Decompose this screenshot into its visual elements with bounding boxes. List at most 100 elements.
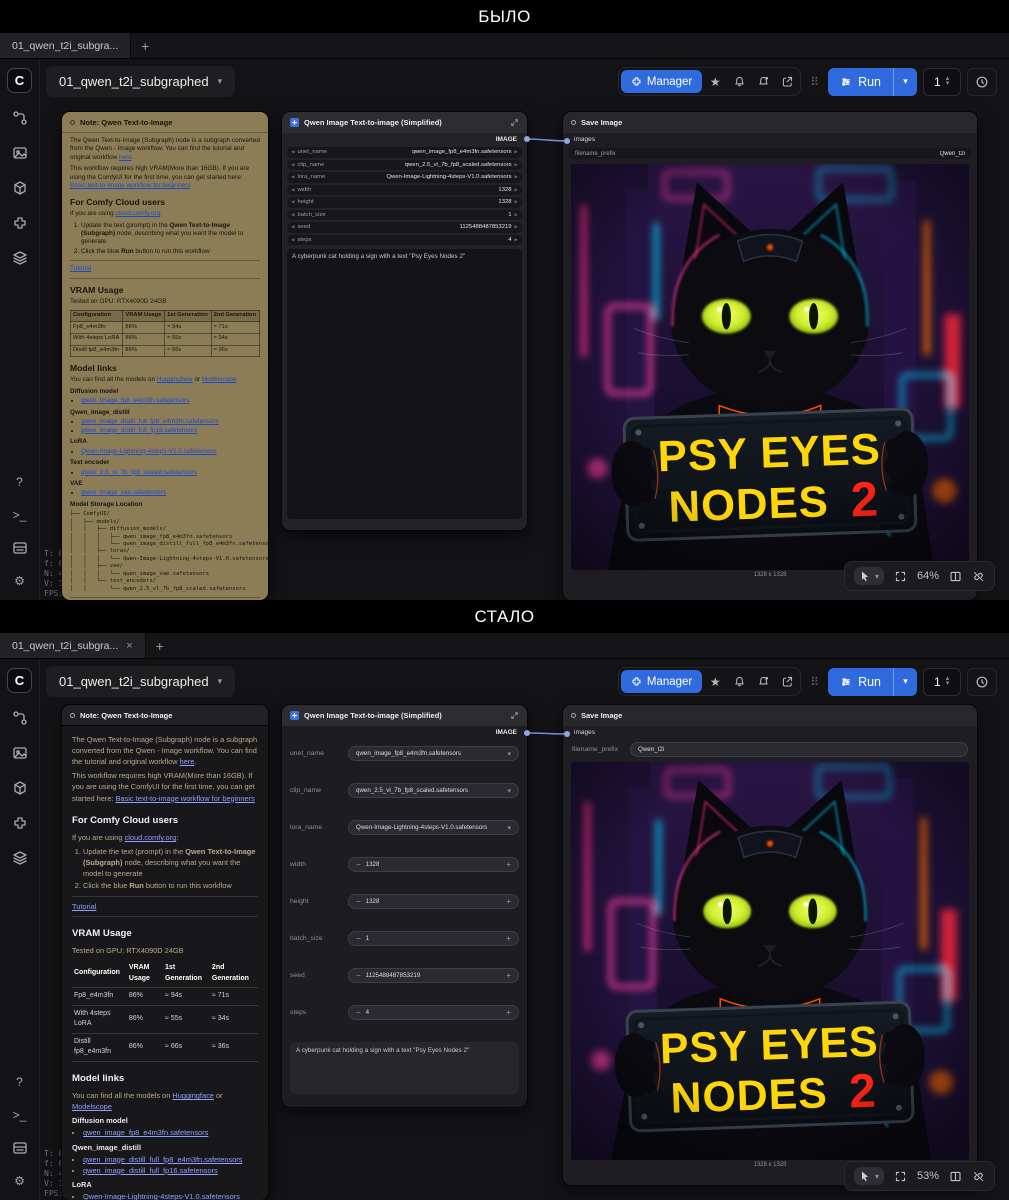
workflows-icon[interactable]: [11, 109, 29, 127]
pointer-tool[interactable]: ▾: [853, 1167, 884, 1185]
widget-seed[interactable]: ◀ seed 1125488487853219 ▶: [287, 222, 522, 233]
toggle-links-icon[interactable]: [972, 570, 985, 583]
increment-icon[interactable]: +: [506, 897, 511, 906]
height-stepper[interactable]: −1328 +: [348, 894, 519, 909]
terminal-icon[interactable]: >_: [11, 1106, 29, 1124]
collapse-dot[interactable]: [571, 120, 576, 125]
run-options-button[interactable]: ▾: [893, 667, 917, 696]
cloud-comfy-link[interactable]: cloud.comfy.org: [125, 833, 177, 842]
manager-button[interactable]: Manager: [620, 670, 703, 693]
toolbar-drag-handle[interactable]: ⠿: [810, 75, 819, 89]
model-link[interactable]: qwen_image_distill_full_fp16.safetensors: [83, 1166, 218, 1175]
save-image-node[interactable]: Save Image images filename_prefix Qwen_t…: [563, 705, 977, 1185]
note-node-header[interactable]: Note: Qwen Text-to-Image: [62, 705, 268, 726]
share-icon[interactable]: [776, 671, 798, 693]
prev-arrow-icon[interactable]: ◀: [291, 187, 294, 193]
prompt-textarea[interactable]: A cyberpunk cat holding a sign with a te…: [287, 249, 522, 519]
batch-size-stepper[interactable]: −1 +: [348, 931, 519, 946]
filename-prefix-widget[interactable]: filename_prefix Qwen_t2i: [569, 148, 971, 159]
modelscope-link[interactable]: Modelscope: [202, 376, 236, 383]
batch-count-input[interactable]: 1 ▴ ▾: [923, 667, 961, 696]
image-gallery-icon[interactable]: [11, 744, 29, 762]
qwen-node-header[interactable]: Qwen Image Text-to-image (Simplified): [282, 112, 527, 133]
widget-steps[interactable]: ◀ steps 4 ▶: [287, 234, 522, 245]
cloud-comfy-link[interactable]: cloud.comfy.org: [115, 210, 160, 217]
unet-select[interactable]: qwen_image_fp8_e4m3fn.safetensors ▾: [348, 746, 519, 761]
widget-lora-name[interactable]: ◀ lora_name Qwen-Image-Lightning-4steps-V1…: [287, 172, 522, 183]
templates-icon[interactable]: [11, 249, 29, 267]
decrement-icon[interactable]: −: [356, 971, 361, 980]
settings-gear-icon[interactable]: ⚙: [11, 572, 29, 590]
logs-icon[interactable]: [11, 1139, 29, 1157]
share-icon[interactable]: [776, 71, 798, 93]
next-arrow-icon[interactable]: ▶: [515, 187, 518, 193]
next-arrow-icon[interactable]: ▶: [515, 237, 518, 243]
note-node[interactable]: Note: Qwen Text-to-Image The Qwen Text-t…: [62, 112, 268, 600]
increment-icon[interactable]: +: [506, 860, 511, 869]
workflow-title-menu[interactable]: 01_qwen_t2i_subgraphed ▾: [46, 666, 236, 697]
close-tab-icon[interactable]: ×: [126, 640, 132, 652]
collapse-dot[interactable]: [70, 119, 75, 125]
input-slot-images[interactable]: images: [563, 726, 977, 739]
bell-icon[interactable]: [728, 71, 750, 93]
image-gallery-icon[interactable]: [11, 144, 29, 162]
new-tab-button[interactable]: +: [131, 33, 159, 58]
widget-height[interactable]: ◀ height 1328 ▶: [287, 197, 522, 208]
decrement-icon[interactable]: −: [356, 860, 361, 869]
save-image-node[interactable]: Save Image images filename_prefix Qwen_t…: [563, 112, 977, 600]
workflow-here-link[interactable]: here: [180, 757, 195, 766]
pointer-tool[interactable]: ▾: [853, 567, 884, 585]
qwen-node-header[interactable]: Qwen Image Text-to-image (Simplified): [282, 705, 527, 726]
clip-select[interactable]: qwen_2.5_vl_7b_fp8_scaled.safetensors ▾: [348, 783, 519, 798]
prev-arrow-icon[interactable]: ◀: [291, 162, 294, 168]
steps-stepper[interactable]: −4 +: [348, 1005, 519, 1020]
filename-prefix-input[interactable]: Qwen_t2i: [630, 742, 968, 757]
run-button[interactable]: Run: [828, 67, 893, 96]
widget-batch-size[interactable]: ◀ batch_size 1 ▶: [287, 209, 522, 220]
terminal-icon[interactable]: >_: [11, 506, 29, 524]
note-node[interactable]: Note: Qwen Text-to-Image The Qwen Text-t…: [62, 705, 268, 1200]
star-icon[interactable]: ★: [704, 671, 726, 693]
toolbar-drag-handle[interactable]: ⠿: [810, 675, 819, 689]
tutorial-link[interactable]: Tutorial: [72, 902, 96, 911]
model-link[interactable]: qwen_image_fp8_e4m3fn.safetensors: [83, 1128, 208, 1137]
model-link[interactable]: Qwen-Image-Lightning-4steps-V1.0.safeten…: [83, 1192, 240, 1200]
node-canvas[interactable]: C ? >_ ⚙ 01_qwen_t2i_subgraphed ▾ Manage…: [0, 59, 1009, 600]
model-link[interactable]: qwen_image_distill_full_fp16.safetensors: [81, 427, 198, 434]
minimap-icon[interactable]: [949, 570, 962, 583]
history-button[interactable]: [967, 67, 997, 96]
prev-arrow-icon[interactable]: ◀: [291, 174, 294, 180]
seed-stepper[interactable]: −1125488487853219 +: [348, 968, 519, 983]
expand-subgraph-icon[interactable]: [510, 711, 519, 720]
settings-gear-icon[interactable]: ⚙: [11, 1172, 29, 1190]
next-arrow-icon[interactable]: ▶: [515, 174, 518, 180]
next-arrow-icon[interactable]: ▶: [515, 162, 518, 168]
widget-unet-name[interactable]: ◀ unet_name qwen_image_fp8_e4m3fn.safetens…: [287, 147, 522, 158]
run-button[interactable]: Run: [828, 667, 893, 696]
count-steppers[interactable]: ▴ ▾: [946, 75, 950, 86]
input-slot-images[interactable]: images: [563, 133, 977, 146]
help-icon[interactable]: ?: [11, 473, 29, 491]
new-tab-button[interactable]: +: [146, 633, 174, 658]
comfyui-logo[interactable]: C: [7, 68, 32, 93]
output-slot-image[interactable]: IMAGE: [282, 726, 527, 738]
decrement-icon[interactable]: −: [356, 934, 361, 943]
next-arrow-icon[interactable]: ▶: [515, 149, 518, 155]
extensions-icon[interactable]: [11, 814, 29, 832]
fit-view-icon[interactable]: [894, 570, 907, 583]
expand-subgraph-icon[interactable]: [510, 118, 519, 127]
star-icon[interactable]: ★: [704, 71, 726, 93]
model-link[interactable]: qwen_image_distill_full_fp8_e4m3fn.safet…: [81, 418, 219, 425]
alert-bell-icon[interactable]: [752, 671, 774, 693]
huggingface-link[interactable]: Huggingface: [172, 1091, 214, 1100]
next-arrow-icon[interactable]: ▶: [515, 199, 518, 205]
model-library-icon[interactable]: [11, 179, 29, 197]
workflow-tab[interactable]: 01_qwen_t2i_subgra... ×: [0, 633, 146, 658]
decrement-icon[interactable]: −: [356, 897, 361, 906]
qwen-subgraph-node[interactable]: Qwen Image Text-to-image (Simplified) IM…: [282, 112, 527, 530]
bell-icon[interactable]: [728, 671, 750, 693]
next-arrow-icon[interactable]: ▶: [515, 212, 518, 218]
tutorial-link[interactable]: Tutorial: [70, 265, 91, 272]
model-link[interactable]: qwen_image_distill_full_fp8_e4m3fn.safet…: [83, 1155, 242, 1164]
logs-icon[interactable]: [11, 539, 29, 557]
